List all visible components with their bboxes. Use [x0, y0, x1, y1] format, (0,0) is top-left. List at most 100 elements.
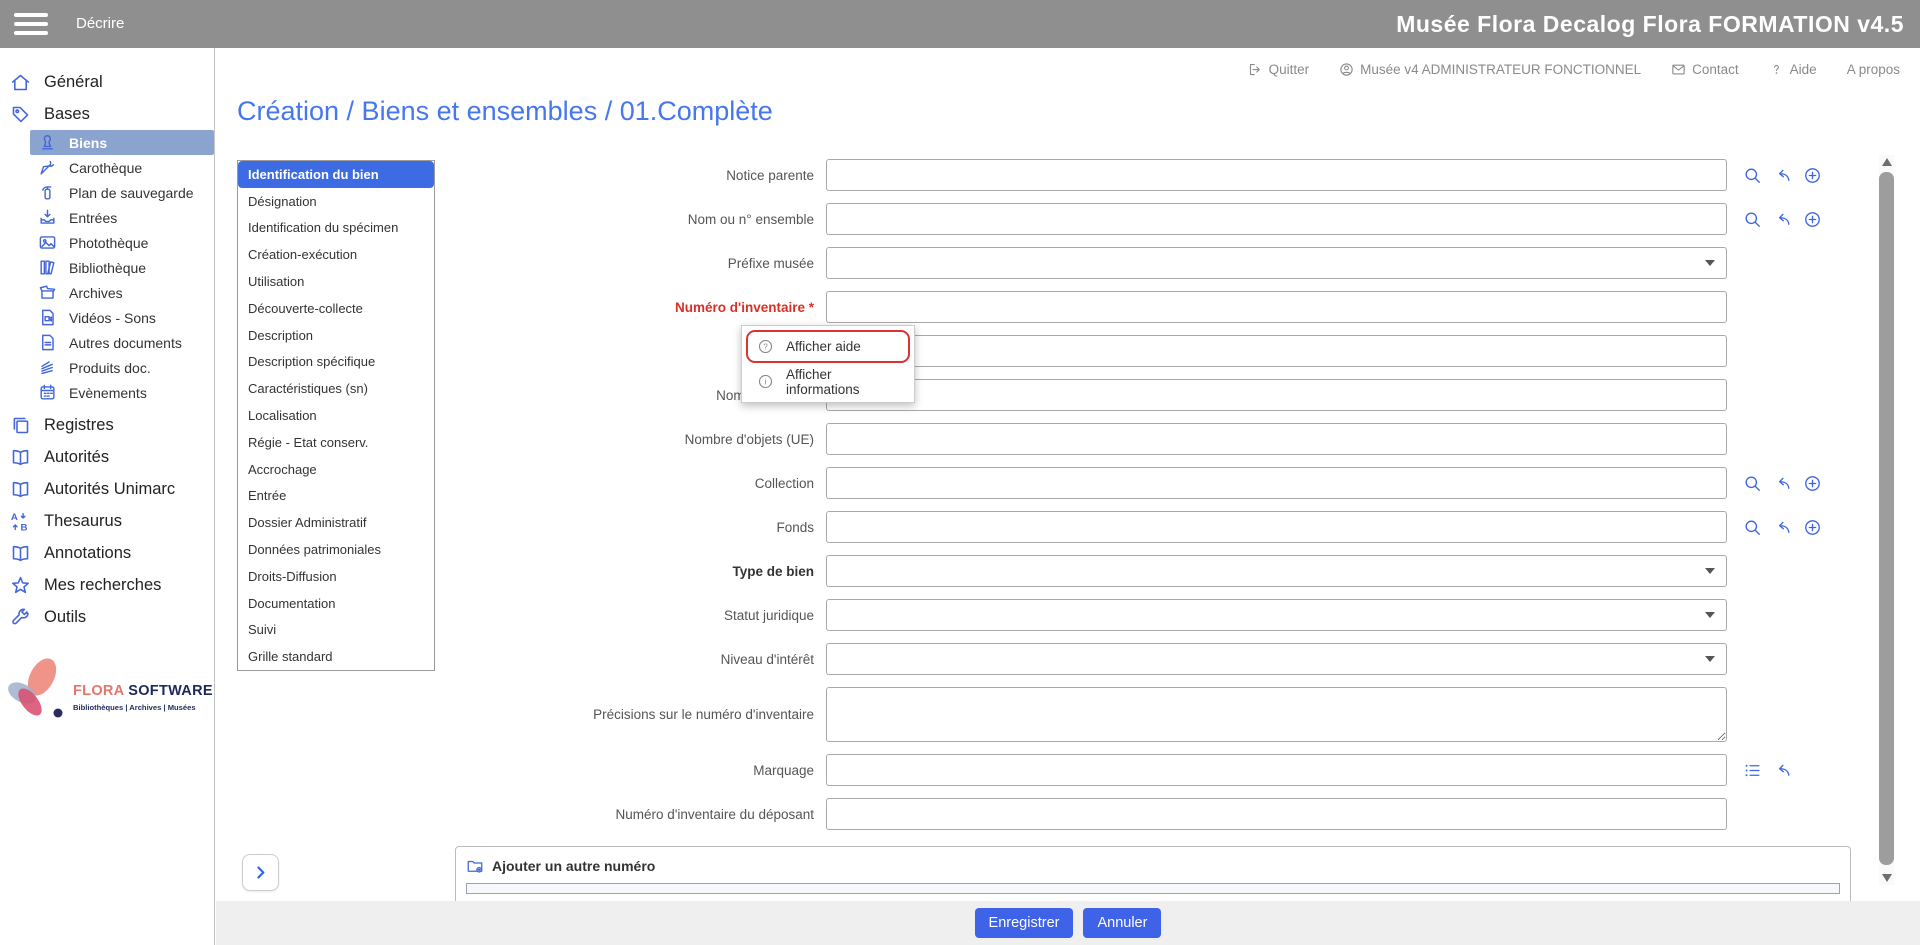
search-icon[interactable] — [1743, 166, 1762, 185]
group-title: Ajouter un autre numéro — [492, 858, 656, 874]
undo-icon[interactable] — [1773, 474, 1792, 493]
undo-icon[interactable] — [1773, 761, 1792, 780]
search-icon[interactable] — [1743, 518, 1762, 537]
sidebar-item-biens[interactable]: Biens — [30, 130, 214, 155]
sidebar-item-annotations[interactable]: Annotations — [0, 537, 214, 569]
scrollbar-thumb[interactable] — [1879, 172, 1894, 865]
quitter-link[interactable]: Quitter — [1248, 62, 1309, 77]
open-book-icon — [10, 447, 31, 468]
tab-localisation[interactable]: Localisation — [238, 402, 434, 429]
sidebar-item-general[interactable]: Général — [0, 66, 214, 98]
form-row: Niveau d'intérêt — [216, 643, 1880, 675]
tab-caracteristiques-sn[interactable]: Caractéristiques (sn) — [238, 375, 434, 402]
tab-documentation[interactable]: Documentation — [238, 590, 434, 617]
sidebar-item-produits-doc[interactable]: Produits doc. — [0, 355, 214, 380]
sidebar-item-autorites[interactable]: Autorités — [0, 441, 214, 473]
top-bar: Décrire Musée Flora Decalog Flora FORMAT… — [0, 0, 1920, 48]
tab-accrochage[interactable]: Accrochage — [238, 456, 434, 483]
tab-utilisation[interactable]: Utilisation — [238, 268, 434, 295]
sidebar-item-plan-de-sauvegarde[interactable]: Plan de sauvegarde — [0, 180, 214, 205]
tab-entree[interactable]: Entrée — [238, 483, 434, 510]
sidebar-item-autres-documents[interactable]: Autres documents — [0, 330, 214, 355]
aide-link[interactable]: Aide — [1769, 62, 1817, 77]
tab-designation[interactable]: Désignation — [238, 188, 434, 215]
sidebar-item-mes-recherches[interactable]: Mes recherches — [0, 569, 214, 601]
afficher-informations-item[interactable]: i Afficher informations — [746, 365, 910, 398]
add-circle-icon[interactable] — [1803, 210, 1822, 229]
sidebar-item-carotheque[interactable]: Carothèque — [0, 155, 214, 180]
undo-icon[interactable] — [1773, 518, 1792, 537]
tab-decouverte-collecte[interactable]: Découverte-collecte — [238, 295, 434, 322]
cancel-button[interactable]: Annuler — [1083, 908, 1162, 938]
form-row: Quantité * — [216, 335, 1880, 367]
svg-text:B: B — [21, 522, 28, 532]
nom-ensemble-input[interactable] — [826, 203, 1727, 235]
notice-parente-input[interactable] — [826, 159, 1727, 191]
prefixe-musee-select[interactable] — [826, 247, 1727, 279]
add-circle-icon[interactable] — [1803, 474, 1822, 493]
fonds-input[interactable] — [826, 511, 1727, 543]
afficher-aide-item[interactable]: ? Afficher aide — [746, 330, 910, 363]
tab-identification-du-bien[interactable]: Identification du bien — [238, 161, 434, 188]
hamburger-menu-icon[interactable] — [14, 13, 48, 35]
marquage-input[interactable] — [826, 754, 1727, 786]
sidebar-item-archives[interactable]: Archives — [0, 280, 214, 305]
sidebar-item-registres[interactable]: Registres — [0, 409, 214, 441]
sidebar-item-thesaurus[interactable]: AB Thesaurus — [0, 505, 214, 537]
tab-creation-execution[interactable]: Création-exécution — [238, 241, 434, 268]
sidebar-item-entrees[interactable]: Entrées — [0, 205, 214, 230]
scroll-down-icon[interactable] — [1882, 874, 1892, 882]
flora-petals-icon — [8, 658, 63, 718]
collection-input[interactable] — [826, 467, 1727, 499]
undo-icon[interactable] — [1773, 210, 1792, 229]
expand-panel-button[interactable] — [242, 854, 279, 891]
list-icon[interactable] — [1743, 761, 1762, 780]
form-row: Type de bien — [216, 555, 1880, 587]
form-row: Nom ou n° ensemble — [216, 203, 1880, 235]
sidebar-item-autorites-unimarc[interactable]: Autorités Unimarc — [0, 473, 214, 505]
nombre-objets-ue-input[interactable] — [826, 423, 1727, 455]
search-icon[interactable] — [1743, 474, 1762, 493]
flora-software-logo: FLORA SOFTWARE Bibliothèques | Archives … — [0, 649, 214, 744]
sidebar-item-label: Général — [44, 72, 103, 91]
sidebar-item-videos-sons[interactable]: Vidéos - Sons — [0, 305, 214, 330]
type-bien-select[interactable] — [826, 555, 1727, 587]
tab-suivi[interactable]: Suivi — [238, 617, 434, 644]
add-circle-icon[interactable] — [1803, 166, 1822, 185]
svg-text:?: ? — [763, 342, 768, 351]
tab-description-specifique[interactable]: Description spécifique — [238, 349, 434, 376]
niveau-interet-select[interactable] — [826, 643, 1727, 675]
statut-juridique-select[interactable] — [826, 599, 1727, 631]
folder-add-icon — [467, 860, 483, 873]
search-icon[interactable] — [1743, 210, 1762, 229]
scroll-up-icon[interactable] — [1882, 158, 1892, 166]
add-circle-icon[interactable] — [1803, 518, 1822, 537]
save-button[interactable]: Enregistrer — [974, 908, 1074, 938]
contact-link[interactable]: Contact — [1671, 62, 1739, 77]
tab-grille-standard[interactable]: Grille standard — [238, 643, 434, 670]
tab-description[interactable]: Description — [238, 322, 434, 349]
tab-dossier-administratif[interactable]: Dossier Administratif — [238, 509, 434, 536]
numero-inventaire-input[interactable] — [826, 291, 1727, 323]
precisions-textarea[interactable] — [826, 687, 1727, 742]
tab-identification-du-specimen[interactable]: Identification du spécimen — [238, 215, 434, 242]
numero-deposant-input[interactable] — [826, 798, 1727, 830]
sidebar-item-bibliotheque[interactable]: Bibliothèque — [0, 255, 214, 280]
tab-donnees-patrimoniales[interactable]: Données patrimoniales — [238, 536, 434, 563]
field-actions — [1743, 166, 1822, 185]
sidebar-item-bases[interactable]: Bases — [0, 98, 214, 130]
tab-regie-etat-conserv[interactable]: Régie - Etat conserv. — [238, 429, 434, 456]
user-account-link[interactable]: Musée v4 ADMINISTRATEUR FONCTIONNEL — [1339, 62, 1641, 77]
a-propos-link[interactable]: A propos — [1847, 62, 1900, 77]
sidebar-item-outils[interactable]: Outils — [0, 601, 214, 633]
undo-icon[interactable] — [1773, 166, 1792, 185]
form-row: Précisions sur le numéro d'inventaire — [216, 687, 1880, 742]
nombre-objets-input[interactable] — [826, 379, 1727, 411]
tab-droits-diffusion[interactable]: Droits-Diffusion — [238, 563, 434, 590]
books-icon — [38, 258, 57, 277]
field-label: Précisions sur le numéro d'inventaire — [593, 707, 814, 722]
sidebar-item-phototheque[interactable]: Photothèque — [0, 230, 214, 255]
sidebar-item-evenements[interactable]: Evènements — [0, 380, 214, 405]
quantite-input[interactable] — [826, 335, 1727, 367]
sidebar-item-label: Registres — [44, 415, 114, 434]
